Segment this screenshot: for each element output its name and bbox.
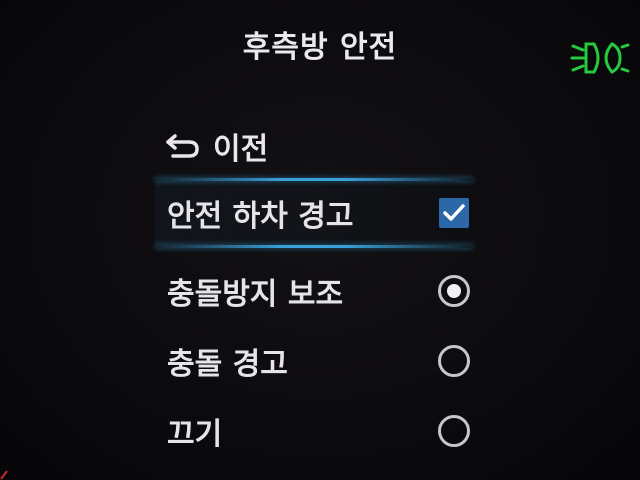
selection-line-bottom [155, 245, 473, 248]
menu-item-label: 충돌방지 보조 [167, 277, 344, 312]
radio-unselected[interactable] [438, 415, 470, 447]
corner-indicator-icon [0, 470, 8, 480]
lights-indicator-icon [570, 42, 630, 74]
menu-item-safe-exit-warning[interactable]: 안전 하차 경고 [155, 178, 473, 248]
back-button[interactable]: 이전 [165, 124, 268, 168]
radio-unselected[interactable] [438, 345, 470, 377]
screen: 후측방 안전 이전 안전 하차 경고 충돌방지 보조 충돌 경고 끄기 [0, 0, 640, 480]
menu-item-label: 끄기 [167, 417, 223, 452]
radio-selected[interactable] [438, 275, 470, 307]
menu-item-off[interactable]: 끄기 [155, 396, 473, 466]
menu-item-label: 충돌 경고 [167, 347, 288, 382]
back-label: 이전 [213, 132, 269, 167]
menu-item-collision-warning[interactable]: 충돌 경고 [155, 326, 473, 396]
radio-dot [447, 284, 461, 298]
checkmark-icon [443, 204, 465, 221]
menu-item-label: 안전 하차 경고 [167, 199, 354, 234]
selection-line-top [155, 178, 473, 181]
page-title: 후측방 안전 [242, 30, 398, 65]
back-arrow-icon [166, 134, 199, 158]
checkbox-checked[interactable] [439, 198, 469, 228]
menu-item-collision-avoidance-assist[interactable]: 충돌방지 보조 [155, 256, 473, 326]
